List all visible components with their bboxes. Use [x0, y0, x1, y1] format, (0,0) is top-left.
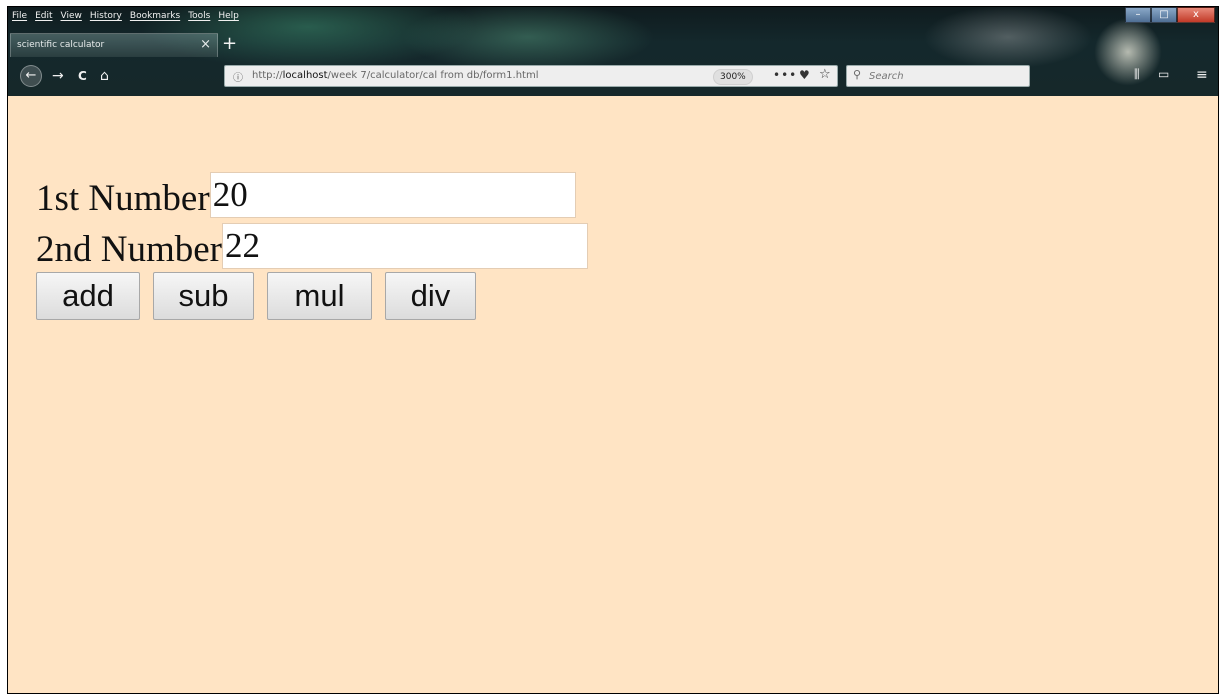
url-bar[interactable]: ⓘ http://localhost/week 7/calculator/cal… [224, 65, 838, 87]
add-button[interactable]: add [36, 272, 140, 320]
forward-icon[interactable]: → [52, 67, 64, 85]
library-icon[interactable]: ⫼ [1134, 67, 1140, 82]
mul-button[interactable]: mul [267, 272, 372, 320]
operation-buttons: add sub mul div [36, 272, 588, 320]
sub-button[interactable]: sub [153, 272, 254, 320]
close-icon[interactable]: × [200, 37, 211, 52]
zoom-level-badge[interactable]: 300% [713, 69, 753, 85]
page-content: 1st Number 2nd Number add sub mul div [8, 96, 1218, 693]
tab-title: scientific calculator [17, 40, 105, 50]
search-icon: ⚲ [853, 68, 862, 81]
tab-strip: scientific calculator × + [8, 33, 1218, 57]
tab-scientific-calculator[interactable]: scientific calculator × [10, 33, 218, 57]
star-icon[interactable]: ☆ [819, 67, 831, 82]
second-number-input[interactable] [222, 223, 588, 269]
menu-icon[interactable]: ≡ [1196, 67, 1208, 83]
second-number-row: 2nd Number [36, 221, 588, 272]
menu-file[interactable]: File [12, 11, 27, 27]
browser-window: File Edit View History Bookmarks Tools H… [7, 6, 1219, 694]
menu-help[interactable]: Help [218, 11, 239, 27]
first-number-row: 1st Number [36, 170, 588, 221]
home-icon[interactable]: ⌂ [100, 67, 109, 85]
page-actions-icon[interactable]: ••• [773, 68, 797, 82]
window-maximize-button[interactable]: □ [1151, 7, 1177, 23]
navigation-toolbar: ← → C ⌂ ⓘ http://localhost/week 7/calcul… [8, 59, 1218, 95]
search-bar[interactable]: ⚲ [846, 65, 1030, 87]
info-icon[interactable]: ⓘ [233, 69, 243, 84]
sidebar-icon[interactable]: ▭ [1158, 67, 1169, 81]
search-input[interactable] [869, 68, 1019, 84]
pocket-icon[interactable]: ♥ [799, 68, 810, 82]
browser-chrome: File Edit View History Bookmarks Tools H… [8, 7, 1218, 96]
first-number-label: 1st Number [36, 178, 210, 219]
menubar: File Edit View History Bookmarks Tools H… [12, 11, 239, 27]
window-minimize-button[interactable]: – [1125, 7, 1151, 23]
reload-icon[interactable]: C [78, 67, 87, 85]
menu-history[interactable]: History [90, 11, 122, 27]
first-number-input[interactable] [209, 172, 576, 218]
menu-edit[interactable]: Edit [35, 11, 52, 27]
window-close-button[interactable]: x [1177, 7, 1215, 23]
calculator-form: 1st Number 2nd Number add sub mul div [36, 170, 588, 320]
url-path: /week 7/calculator/cal from db/form1.htm… [327, 70, 539, 81]
menu-view[interactable]: View [61, 11, 82, 27]
back-icon[interactable]: ← [20, 65, 42, 87]
url-text: http://localhost/week 7/calculator/cal f… [252, 70, 538, 81]
plus-icon[interactable]: + [222, 34, 237, 54]
url-host: localhost [282, 70, 328, 81]
second-number-label: 2nd Number [36, 229, 222, 270]
div-button[interactable]: div [385, 272, 476, 320]
url-prefix: http:// [252, 70, 283, 81]
menu-tools[interactable]: Tools [188, 11, 210, 27]
menu-bookmarks[interactable]: Bookmarks [130, 11, 180, 27]
